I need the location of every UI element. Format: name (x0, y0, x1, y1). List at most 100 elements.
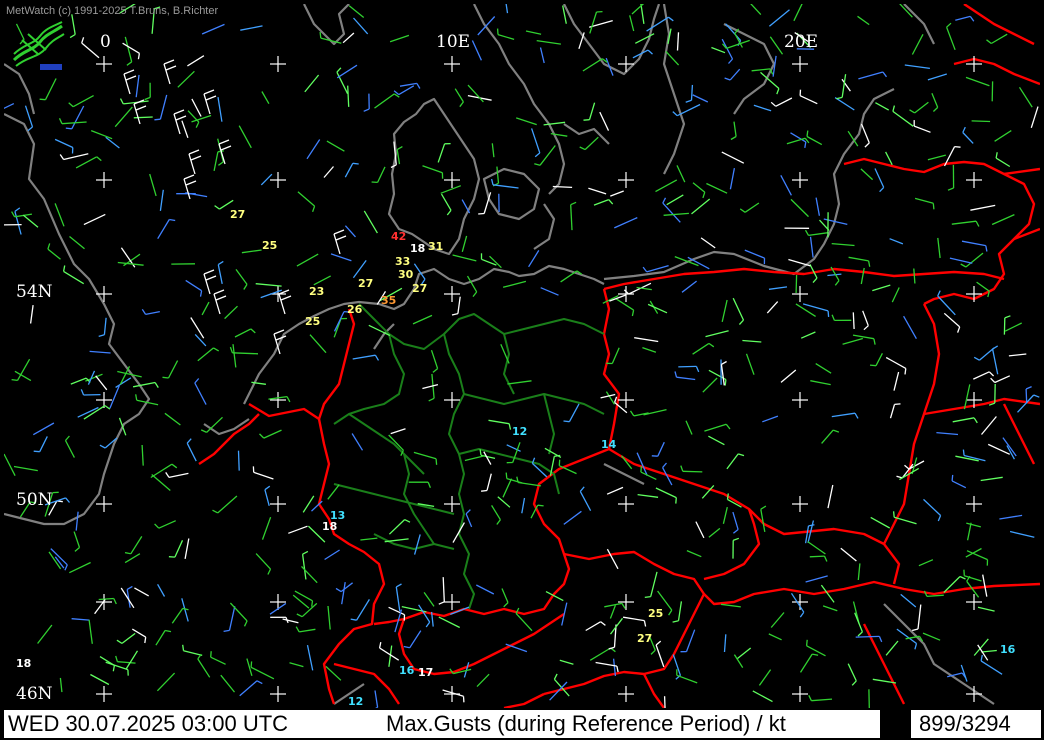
gust-label: 31 (428, 240, 444, 253)
wind-barb-flag (212, 509, 219, 514)
wind-barb (806, 135, 823, 146)
wind-barb (465, 513, 473, 528)
wind-barb (241, 249, 262, 254)
weather-map[interactable] (4, 4, 1040, 708)
wind-barb-flag (243, 620, 248, 627)
wind-barb-flag (643, 620, 647, 627)
wind-barb (539, 145, 556, 166)
wind-barb (356, 599, 370, 621)
wind-barb (872, 284, 891, 292)
wind-barb (213, 151, 219, 172)
wind-barb-flag (432, 368, 439, 373)
wind-barb (184, 538, 190, 560)
wind-barb (71, 14, 76, 35)
wind-barb (655, 487, 677, 499)
wind-barb (301, 554, 307, 580)
wind-barb-strong (188, 153, 196, 175)
wind-barb (466, 275, 478, 293)
wind-barb (352, 260, 367, 279)
gust-label: 27 (637, 632, 653, 645)
country-border (843, 157, 1036, 306)
lon-label-0: 0 (100, 32, 111, 52)
wind-barb-flag (27, 126, 33, 132)
wind-barb (131, 628, 147, 638)
wind-barb-flag (864, 142, 870, 148)
wind-barb (889, 404, 896, 419)
wind-barb (994, 130, 1012, 142)
wind-barb (452, 254, 477, 262)
wind-barb (927, 154, 946, 161)
wind-barb (70, 377, 87, 385)
wind-barb-flag (812, 653, 819, 656)
gust-label: 25 (305, 315, 321, 328)
wind-barb (637, 493, 659, 498)
wind-barb (183, 650, 203, 657)
wind-barb (24, 105, 34, 128)
wind-barb-flag (937, 290, 941, 297)
wind-barb (135, 74, 140, 98)
wind-barb (240, 25, 263, 31)
wind-barb (333, 311, 345, 332)
wind-barb (700, 237, 716, 249)
wind-barb (692, 94, 709, 103)
wind-barb (261, 91, 270, 105)
wind-barb (834, 97, 855, 111)
wind-barb-flag (732, 528, 739, 534)
wind-barb-flag (446, 209, 452, 216)
wind-barb (903, 315, 917, 340)
wind-barb (961, 240, 986, 247)
wind-barb-flag (534, 163, 541, 166)
wind-barb-flag (947, 187, 954, 191)
coastline (203, 418, 250, 436)
wind-barb (16, 358, 31, 381)
wind-barb-flag (662, 462, 667, 469)
wind-barb (952, 417, 975, 423)
wind-barb (238, 125, 252, 149)
wind-barb (822, 605, 838, 612)
wind-barb-flag (629, 410, 635, 417)
wind-barb (325, 665, 342, 681)
wind-barb (753, 104, 772, 112)
wind-barb-flag (496, 519, 501, 525)
wind-barb (994, 375, 1011, 384)
wind-barb (650, 571, 658, 597)
wind-barb-flag (960, 263, 967, 268)
coastline (563, 123, 610, 145)
wind-barb (635, 33, 655, 44)
country-border (1002, 403, 1036, 465)
wind-barb-flag (823, 555, 828, 562)
wind-barb-flag (169, 218, 176, 222)
gust-label: 25 (648, 607, 664, 620)
wind-barb (90, 673, 110, 686)
wind-barb (464, 454, 486, 462)
wind-barb (733, 121, 737, 137)
wind-barb (692, 342, 710, 355)
wind-barb (981, 649, 997, 653)
wind-barb-flag (186, 438, 192, 444)
wind-barb (130, 536, 143, 555)
wind-barb (949, 257, 973, 264)
wind-barb (69, 235, 85, 250)
state-border (443, 333, 475, 610)
wind-barb-flag (223, 629, 230, 633)
wind-barb (440, 193, 452, 211)
wind-barb (515, 612, 533, 632)
wind-barb (795, 274, 798, 294)
wind-barb-flag (904, 464, 910, 470)
wind-barb (299, 628, 316, 633)
wind-barb (54, 203, 65, 227)
wind-barb (914, 101, 929, 114)
wind-barb (937, 237, 941, 259)
state-border (333, 483, 455, 515)
wind-barb-flag (904, 368, 907, 375)
state-border (463, 393, 605, 415)
wind-barb (690, 84, 694, 101)
wind-barb (515, 117, 537, 126)
wind-barb (720, 364, 725, 386)
gust-label: 14 (601, 438, 617, 451)
wind-barb (409, 630, 422, 649)
wind-barb-flag (119, 98, 124, 105)
wind-barb (973, 371, 990, 380)
wind-barb (174, 540, 184, 558)
wind-barb (579, 491, 592, 512)
